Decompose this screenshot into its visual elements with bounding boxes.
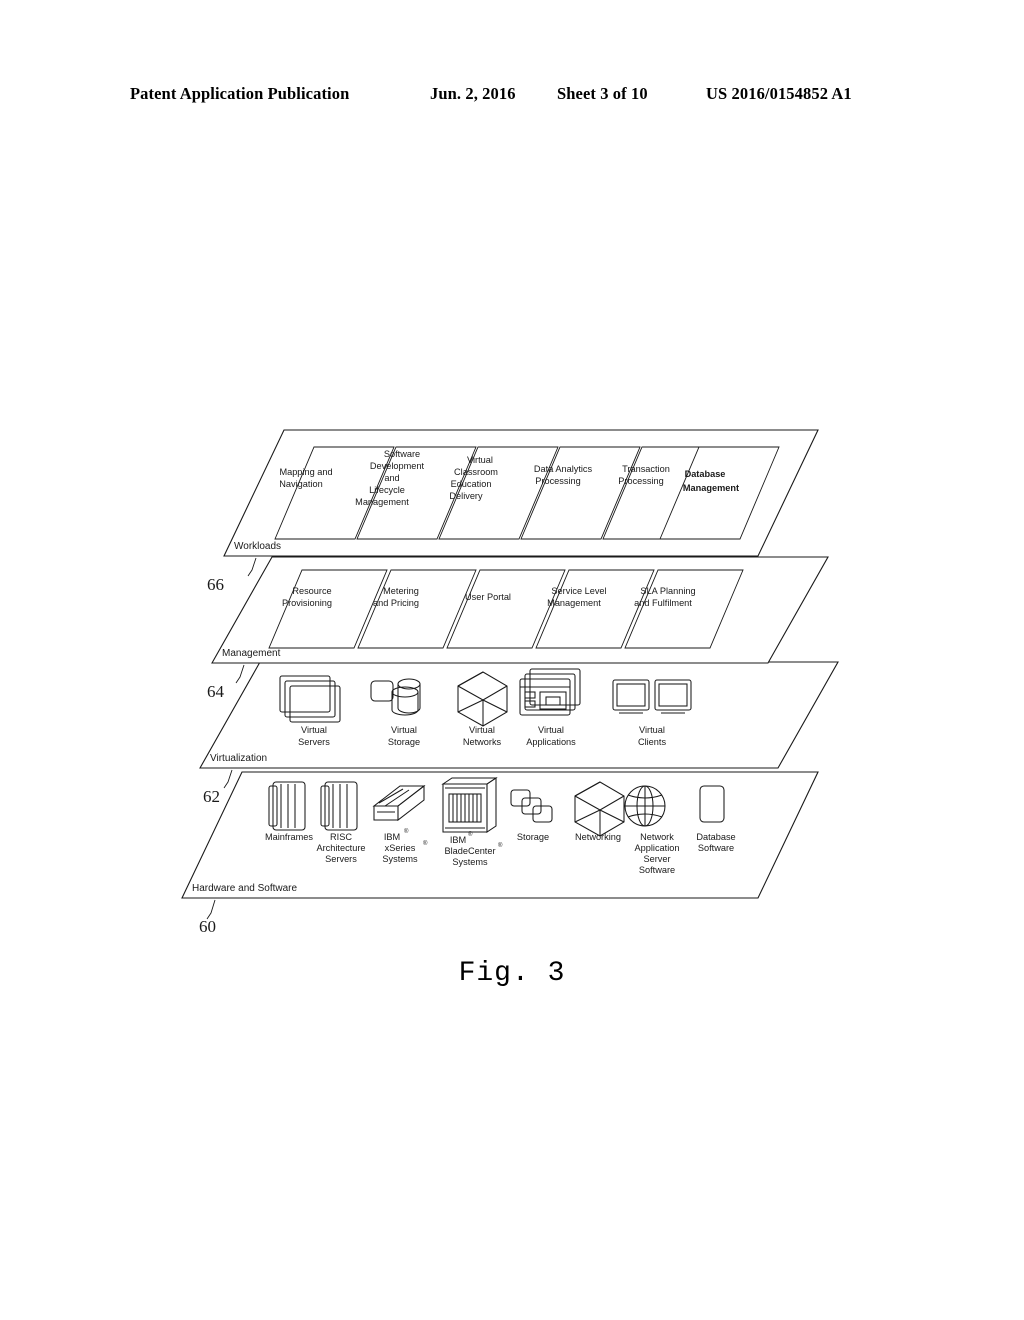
management-item-label: Provisioning [282,598,332,608]
workloads-item-label: Virtual [467,455,493,465]
management-item-label: Metering [383,586,419,596]
registered-mark: ® [498,842,503,849]
management-item-label: Management [547,598,601,608]
virtualization-item-label: Networks [463,737,502,747]
virtualization-item-label: Virtual [391,725,417,735]
hardware-item-label: IBM [384,832,400,842]
hardware-item-label: Server [643,854,670,864]
reference-numeral-64: 64 [207,682,225,701]
workloads-item-label: Processing [535,476,580,486]
layer-label-management: Management [222,648,281,659]
figure-diagram: Mainframes RISC Architecture Servers IBM… [0,0,1024,1320]
virtualization-item-label: Storage [388,737,420,747]
workloads-item-label: Data Analytics [534,464,593,474]
workloads-item-label: Processing [618,476,663,486]
workloads-item-label: Navigation [279,479,322,489]
registered-mark: ® [404,828,409,835]
management-item-label: Service Level [551,586,606,596]
hardware-item-label: Software [639,865,675,875]
virtualization-item-label: Virtual [301,725,327,735]
management-item-label: and Fulfilment [634,598,692,608]
workloads-item-label-database-management: Management [683,483,739,493]
layer-label-workloads: Workloads [234,541,281,552]
hardware-item-label: xSeries [385,843,416,853]
virtualization-item-label: Applications [526,737,576,747]
management-item-label: Resource [292,586,331,596]
layer-label-virtualization: Virtualization [210,753,267,764]
reference-numeral-66: 66 [207,575,224,594]
hardware-item-label: Mainframes [265,832,313,842]
hardware-item-label: Storage [517,832,549,842]
hardware-item-label: Application [635,843,680,853]
hardware-item-label: Networking [575,832,621,842]
hardware-item-label: Network [640,832,674,842]
layer-hardware-and-software: Mainframes RISC Architecture Servers IBM… [181,771,819,936]
workloads-item-label: Delivery [449,491,483,501]
hardware-item-label: IBM [450,835,466,845]
management-item-label: SLA Planning [640,586,695,596]
hardware-item-label: RISC [330,832,352,842]
workloads-item-label: Development [370,461,425,471]
hardware-item-label: Systems [382,854,418,864]
figure-caption: Fig. 3 [458,958,566,989]
globe-icon [624,785,666,827]
virtualization-item-label: Virtual [639,725,665,735]
reference-numeral-60: 60 [199,917,216,936]
hardware-item-label: BladeCenter [444,846,495,856]
virtualization-item-label: Virtual [538,725,564,735]
workloads-item-label-database-management: Database [685,469,726,479]
management-item-label: and Pricing [373,598,419,608]
workloads-item-label: Mapping and [279,467,332,477]
virtualization-item-label: Virtual [469,725,495,735]
hardware-item-label: Software [698,843,734,853]
virtualization-item-label: Clients [638,737,666,747]
workloads-item-label: Software [384,449,420,459]
workloads-item-label: Transaction [622,464,670,474]
hardware-item-label: Systems [452,857,488,867]
management-item-label: User Portal [465,592,511,602]
workloads-item-label: Classroom [454,467,498,477]
management-cells [268,569,744,649]
hardware-item-label: Database [696,832,735,842]
virtualization-item-label: Servers [298,737,330,747]
hardware-item-label: Architecture [316,843,365,853]
workloads-item-label: Education [451,479,492,489]
workloads-item-label: Lifecycle [369,485,405,495]
workloads-item-label: Management [355,497,409,507]
hardware-item-label: Servers [325,854,357,864]
registered-mark: ® [468,831,473,838]
workloads-item-label: and [384,473,399,483]
registered-mark: ® [423,840,428,847]
reference-numeral-62: 62 [203,787,220,806]
layer-label-hardware-and-software: Hardware and Software [192,883,297,894]
workloads-cells [274,446,780,540]
